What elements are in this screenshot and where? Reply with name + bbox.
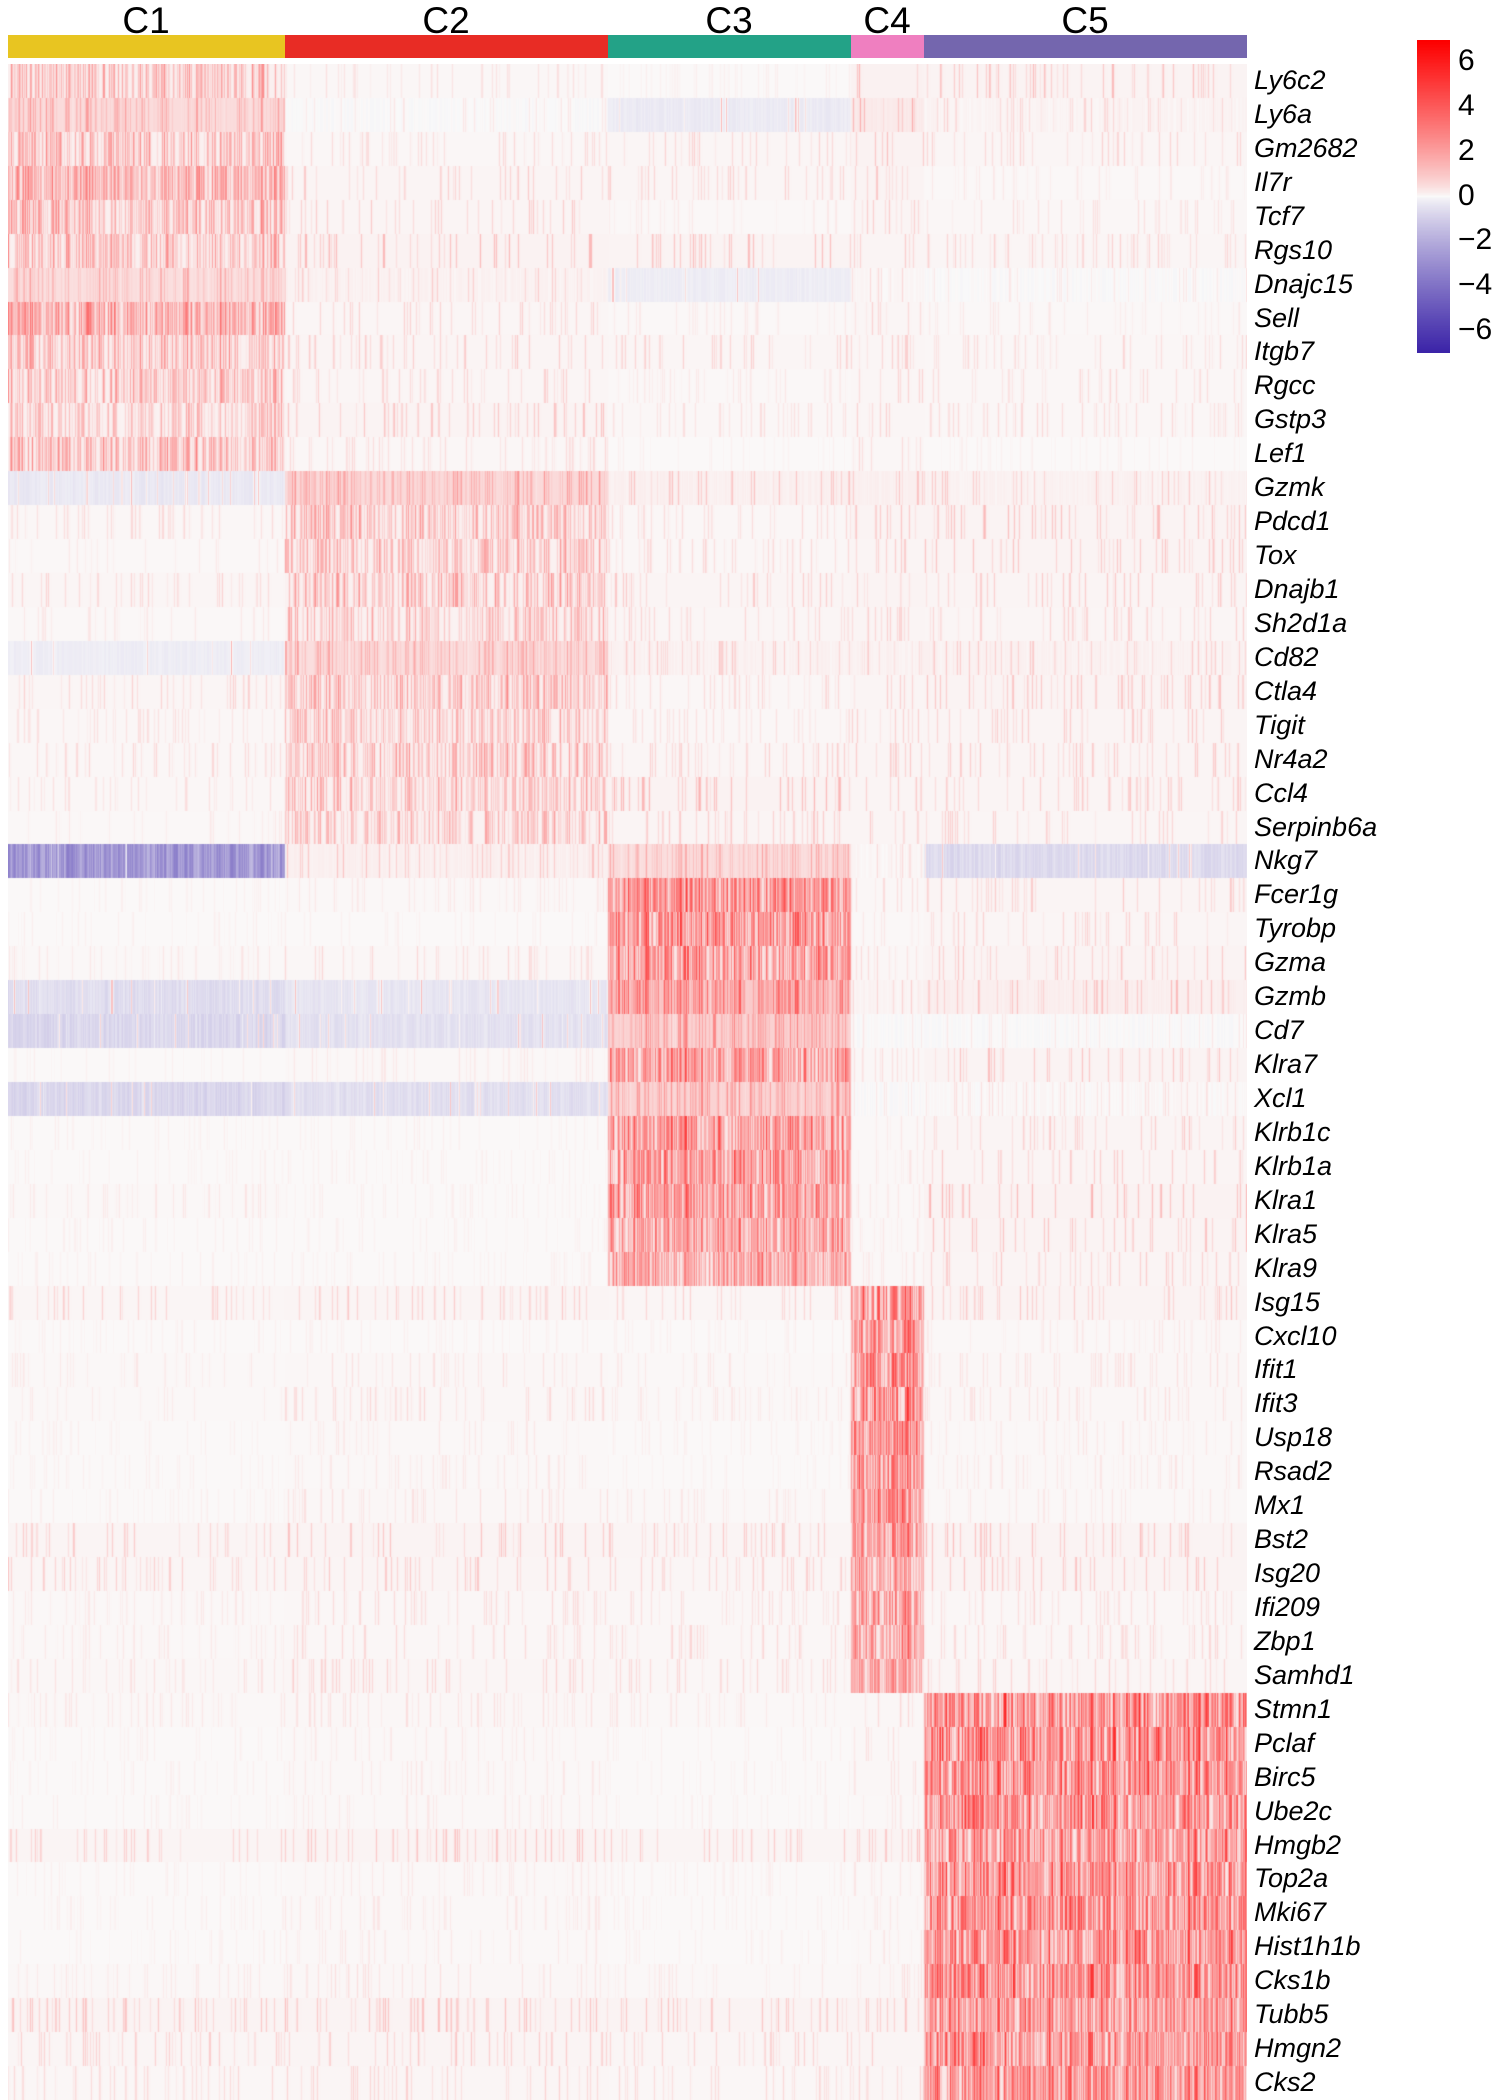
gene-label-ctla4: Ctla4: [1254, 675, 1318, 706]
gene-label-rgcc: Rgcc: [1254, 370, 1316, 401]
cluster-segment-c1: [8, 35, 285, 58]
gene-label-gzmk: Gzmk: [1254, 472, 1325, 503]
gene-label-sh2d1a: Sh2d1a: [1254, 607, 1348, 638]
gene-label-rgs10: Rgs10: [1254, 234, 1333, 265]
gene-label-hist1h1b: Hist1h1b: [1254, 1931, 1361, 1962]
colorbar-tick-0: 0: [1458, 178, 1475, 212]
colorbar-tick-minus4: −4: [1458, 267, 1493, 301]
gene-label-hmgn2: Hmgn2: [1254, 2033, 1342, 2064]
gene-label-mx1: Mx1: [1254, 1490, 1306, 1521]
gene-label-zbp1: Zbp1: [1254, 1625, 1316, 1656]
colorbar-tick-6: 6: [1458, 44, 1475, 78]
gene-label-cks1b: Cks1b: [1254, 1965, 1331, 1996]
gene-label-column: Ly6c2 Ly6a Gm2682 Il7r Tcf7 Rgs10 Dnajc15 Sell I…: [1254, 64, 1444, 2100]
gene-label-klra7: Klra7: [1254, 1049, 1318, 1080]
gene-label-klra9: Klra9: [1254, 1252, 1318, 1283]
gene-label-mki67: Mki67: [1254, 1897, 1327, 1928]
gene-label-klrb1a: Klrb1a: [1254, 1150, 1333, 1181]
cluster-segment-c3: [608, 35, 851, 58]
cluster-annotation-bar: [8, 35, 1247, 58]
gene-label-ly6a: Ly6a: [1254, 98, 1313, 129]
colorbar-tick-4: 4: [1458, 89, 1475, 123]
colorbar-tick-2: 2: [1458, 133, 1475, 167]
gene-label-tcf7: Tcf7: [1254, 200, 1305, 231]
colorbar: [1417, 40, 1450, 353]
gene-label-sell: Sell: [1254, 302, 1300, 333]
gene-label-serpinb6a: Serpinb6a: [1254, 811, 1378, 842]
gene-label-pdcd1: Pdcd1: [1254, 506, 1331, 537]
gene-label-stmn1: Stmn1: [1254, 1693, 1333, 1724]
gene-label-tyrobp: Tyrobp: [1254, 913, 1337, 944]
cluster-segment-c4: [851, 35, 924, 58]
gene-label-gstp3: Gstp3: [1254, 404, 1327, 435]
colorbar-tick-minus2: −2: [1458, 223, 1493, 257]
gene-label-hmgb2: Hmgb2: [1254, 1829, 1342, 1860]
cluster-segment-c2: [285, 35, 608, 58]
colorbar-gradient: [1417, 40, 1450, 353]
gene-label-samhd1: Samhd1: [1254, 1659, 1355, 1690]
gene-label-ifi209: Ifi209: [1254, 1591, 1321, 1622]
gene-label-birc5: Birc5: [1254, 1761, 1316, 1792]
gene-label-cks2: Cks2: [1254, 2067, 1316, 2098]
gene-label-cd82: Cd82: [1254, 641, 1319, 672]
gene-label-nr4a2: Nr4a2: [1254, 743, 1328, 774]
gene-label-cxcl10: Cxcl10: [1254, 1320, 1337, 1351]
cluster-segment-c5: [924, 35, 1247, 58]
gene-label-rsad2: Rsad2: [1254, 1456, 1333, 1487]
gene-label-klrb1c: Klrb1c: [1254, 1116, 1331, 1147]
gene-label-dnajb1: Dnajb1: [1254, 573, 1340, 604]
gene-label-top2a: Top2a: [1254, 1863, 1329, 1894]
colorbar-tick-minus6: −6: [1458, 312, 1493, 346]
gene-label-tox: Tox: [1254, 540, 1297, 571]
gene-label-usp18: Usp18: [1254, 1422, 1333, 1453]
gene-label-gzmb: Gzmb: [1254, 981, 1327, 1012]
gene-label-il7r: Il7r: [1254, 166, 1292, 197]
gene-label-ifit3: Ifit3: [1254, 1388, 1298, 1419]
gene-label-bst2: Bst2: [1254, 1524, 1309, 1555]
gene-label-isg15: Isg15: [1254, 1286, 1321, 1317]
gene-label-gm2682: Gm2682: [1254, 132, 1358, 163]
gene-label-xcl1: Xcl1: [1254, 1082, 1307, 1113]
gene-label-gzma: Gzma: [1254, 947, 1327, 978]
gene-label-tubb5: Tubb5: [1254, 1999, 1329, 2030]
gene-label-nkg7: Nkg7: [1254, 845, 1318, 876]
gene-label-tigit: Tigit: [1254, 709, 1305, 740]
gene-label-ly6c2: Ly6c2: [1254, 64, 1326, 95]
heatmap-figure: C1 C2 C3 C4 C5 Ly6c2 Ly6a Gm2682 Il7r Tcf7 Rgs10 D…: [0, 0, 1494, 2100]
gene-label-dnajc15: Dnajc15: [1254, 268, 1354, 299]
gene-label-isg20: Isg20: [1254, 1558, 1321, 1589]
heatmap-canvas: [8, 64, 1247, 2100]
gene-label-ifit1: Ifit1: [1254, 1354, 1298, 1385]
gene-label-cd7: Cd7: [1254, 1015, 1304, 1046]
heatmap-body: [8, 64, 1247, 2100]
gene-label-fcer1g: Fcer1g: [1254, 879, 1339, 910]
gene-label-ube2c: Ube2c: [1254, 1795, 1333, 1826]
gene-label-pclaf: Pclaf: [1254, 1727, 1315, 1758]
gene-label-itgb7: Itgb7: [1254, 336, 1315, 367]
gene-label-lef1: Lef1: [1254, 438, 1307, 469]
gene-label-klra5: Klra5: [1254, 1218, 1318, 1249]
gene-label-ccl4: Ccl4: [1254, 777, 1309, 808]
gene-label-klra1: Klra1: [1254, 1184, 1318, 1215]
